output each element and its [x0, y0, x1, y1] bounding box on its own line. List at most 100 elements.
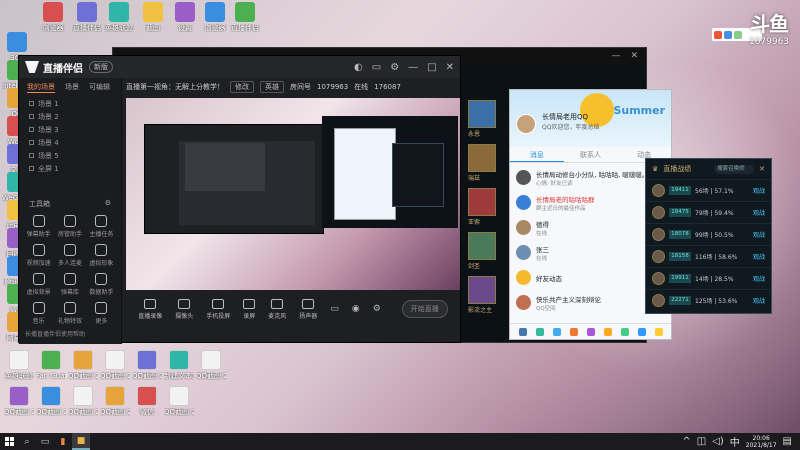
live-companion-window[interactable]: 直播伴侣 新版 ◐ ▭ ⚙ — □ ✕ 我的场景 场景 可编辑 场景 1 场景 2 场景… — [18, 55, 461, 344]
taskbar-app-folder[interactable]: ■ — [72, 433, 90, 450]
rank-row[interactable]: 22271 125场 | 53.6% 观战 — [646, 289, 771, 311]
hero-portrait[interactable] — [468, 144, 496, 172]
skin-icon[interactable]: ◐ — [354, 62, 363, 73]
spectate-button[interactable]: 观战 — [753, 208, 765, 217]
source-button[interactable]: 直播录像 — [138, 298, 162, 320]
group-icon[interactable] — [535, 327, 544, 336]
message-icon[interactable]: ▭ — [372, 62, 381, 73]
help-link[interactable]: 长播直播伴侣使用帮助 — [25, 329, 85, 338]
tool-button[interactable]: 视频加速 — [23, 244, 54, 267]
controller-icon[interactable] — [586, 327, 595, 336]
source-button[interactable]: 麦克风 — [268, 298, 286, 320]
task-view-icon[interactable]: ▭ — [36, 433, 54, 450]
desktop-file[interactable]: QQ截图 20210817 — [4, 386, 34, 416]
tool-button[interactable]: 虚拟背景 — [23, 273, 54, 296]
hero-portrait[interactable] — [468, 100, 496, 128]
search-icon[interactable]: ⌕ — [18, 433, 36, 450]
network-icon[interactable]: ◫ — [697, 436, 706, 447]
scene-tab-0[interactable]: 我的场景 — [27, 82, 55, 93]
tool-button[interactable]: 主播任务 — [86, 215, 117, 238]
desktop-file[interactable]: QQ截图 20210617 — [100, 350, 130, 380]
tool-button[interactable]: 房管助手 — [54, 215, 85, 238]
tool-button[interactable]: 弹幕库 — [54, 273, 85, 296]
rank-row[interactable]: 19911 14场 | 28.5% 观战 — [646, 267, 771, 289]
desktop-file[interactable]: QQ截图 20210818 — [132, 350, 162, 380]
source-button[interactable]: 录屏 — [243, 298, 255, 320]
scene-item[interactable]: 场景 5 — [19, 149, 121, 162]
tool-button[interactable]: 礼物特效 — [54, 302, 85, 325]
scene-item[interactable]: 全屏 1 — [19, 162, 121, 175]
desktop-icon[interactable]: 设置 — [170, 2, 200, 32]
visibility-icon[interactable] — [29, 114, 34, 119]
record-icon[interactable]: ▭ — [330, 304, 339, 314]
source-button[interactable]: 摄像头 — [175, 298, 193, 320]
visibility-icon[interactable] — [29, 166, 34, 171]
desktop-file[interactable]: QQ截图 20210817 — [164, 386, 194, 416]
ime-icon[interactable]: 中 — [730, 434, 740, 449]
tool-button[interactable]: 数据助手 — [86, 273, 117, 296]
tool-button[interactable]: 多人连麦 — [54, 244, 85, 267]
summoner-search-input[interactable]: 搜索召唤师 — [714, 164, 755, 174]
close-icon[interactable]: ✕ — [759, 165, 765, 173]
spectate-button[interactable]: 观战 — [753, 186, 765, 195]
settings-icon[interactable]: ⚙ — [390, 62, 399, 73]
visibility-icon[interactable] — [29, 153, 34, 158]
desktop-file[interactable]: QQ截图 20210817 — [100, 386, 130, 416]
avatar[interactable] — [516, 114, 536, 134]
desktop-file[interactable]: Fan Guard — [36, 350, 66, 380]
desktop-file[interactable]: QQ截图 20210817 — [36, 386, 66, 416]
edit-chip[interactable]: 修改 — [230, 81, 254, 93]
close-icon[interactable]: ✕ — [630, 51, 638, 61]
scene-item[interactable]: 场景 2 — [19, 110, 121, 123]
desktop-icon[interactable]: 浏览器 — [38, 2, 68, 32]
hero-portrait[interactable] — [468, 276, 496, 304]
tool-button[interactable]: 更多 — [86, 302, 117, 325]
scene-item[interactable]: 场景 4 — [19, 136, 121, 149]
tools-settings-icon[interactable]: ⚙ — [105, 199, 111, 209]
video-icon[interactable] — [620, 327, 629, 336]
qq-nickname[interactable]: 长情局老用QQ — [542, 112, 588, 122]
spectate-button[interactable]: 观战 — [753, 230, 765, 239]
scene-tab-1[interactable]: 场景 — [65, 82, 79, 93]
hero-portrait[interactable] — [468, 232, 496, 260]
qq-tab-1[interactable]: 联系人 — [564, 147, 618, 162]
tool-button[interactable]: 虚拟形象 — [86, 244, 117, 267]
minimize-icon[interactable]: — — [611, 51, 620, 61]
close-icon[interactable]: ✕ — [446, 62, 454, 73]
visibility-icon[interactable] — [29, 140, 34, 145]
tool-button[interactable]: 音乐 — [23, 302, 54, 325]
rank-row[interactable]: 18158 116场 | 58.6% 观战 — [646, 245, 771, 267]
maximize-icon[interactable]: □ — [427, 62, 436, 73]
minimize-icon[interactable]: — — [408, 62, 418, 73]
scene-item[interactable]: 场景 1 — [19, 97, 121, 110]
visibility-icon[interactable] — [29, 101, 34, 106]
game-icon[interactable] — [552, 327, 561, 336]
apps-icon[interactable] — [654, 327, 663, 336]
volume-icon[interactable]: ◁) — [712, 436, 724, 447]
desktop-file[interactable]: 微信 — [132, 386, 162, 416]
rank-row[interactable]: 18475 79场 | 59.4% 观战 — [646, 201, 771, 223]
version-badge[interactable]: 新版 — [89, 61, 113, 73]
qq-signature[interactable]: QQ欢迎您，年度总结 — [542, 122, 599, 131]
hero-portrait[interactable] — [468, 188, 496, 216]
desktop-icon[interactable]: 直播伴侣 — [72, 2, 102, 32]
chevron-up-icon[interactable]: ^ — [682, 436, 690, 447]
category-chip[interactable]: 英雄 — [260, 81, 284, 93]
taskbar-app-live[interactable]: ▮ — [54, 433, 72, 450]
menu-icon[interactable] — [518, 327, 527, 336]
start-live-button[interactable]: 开始直播 — [401, 300, 448, 318]
settings-icon[interactable]: ⚙ — [373, 304, 381, 314]
desktop-file[interactable]: QQ截图 20210617 — [196, 350, 226, 380]
spectate-button[interactable]: 观战 — [753, 252, 765, 261]
spectate-button[interactable]: 观战 — [753, 274, 765, 283]
file-icon[interactable] — [569, 327, 578, 336]
pay-icon[interactable] — [637, 327, 646, 336]
rank-row[interactable]: 19411 56场 | 57.1% 观战 — [646, 179, 771, 201]
scene-tab-2[interactable]: 可编辑 — [89, 82, 110, 93]
visibility-icon[interactable] — [29, 127, 34, 132]
rank-panel[interactable]: ♛ 直播战绩 搜索召唤师 ✕ 19411 56场 | 57.1% 观战 18475 79… — [645, 158, 772, 314]
spectate-button[interactable]: 观战 — [753, 296, 765, 305]
tool-button[interactable]: 弹幕助手 — [23, 215, 54, 238]
start-button[interactable] — [0, 437, 18, 446]
mail-icon[interactable] — [603, 327, 612, 336]
